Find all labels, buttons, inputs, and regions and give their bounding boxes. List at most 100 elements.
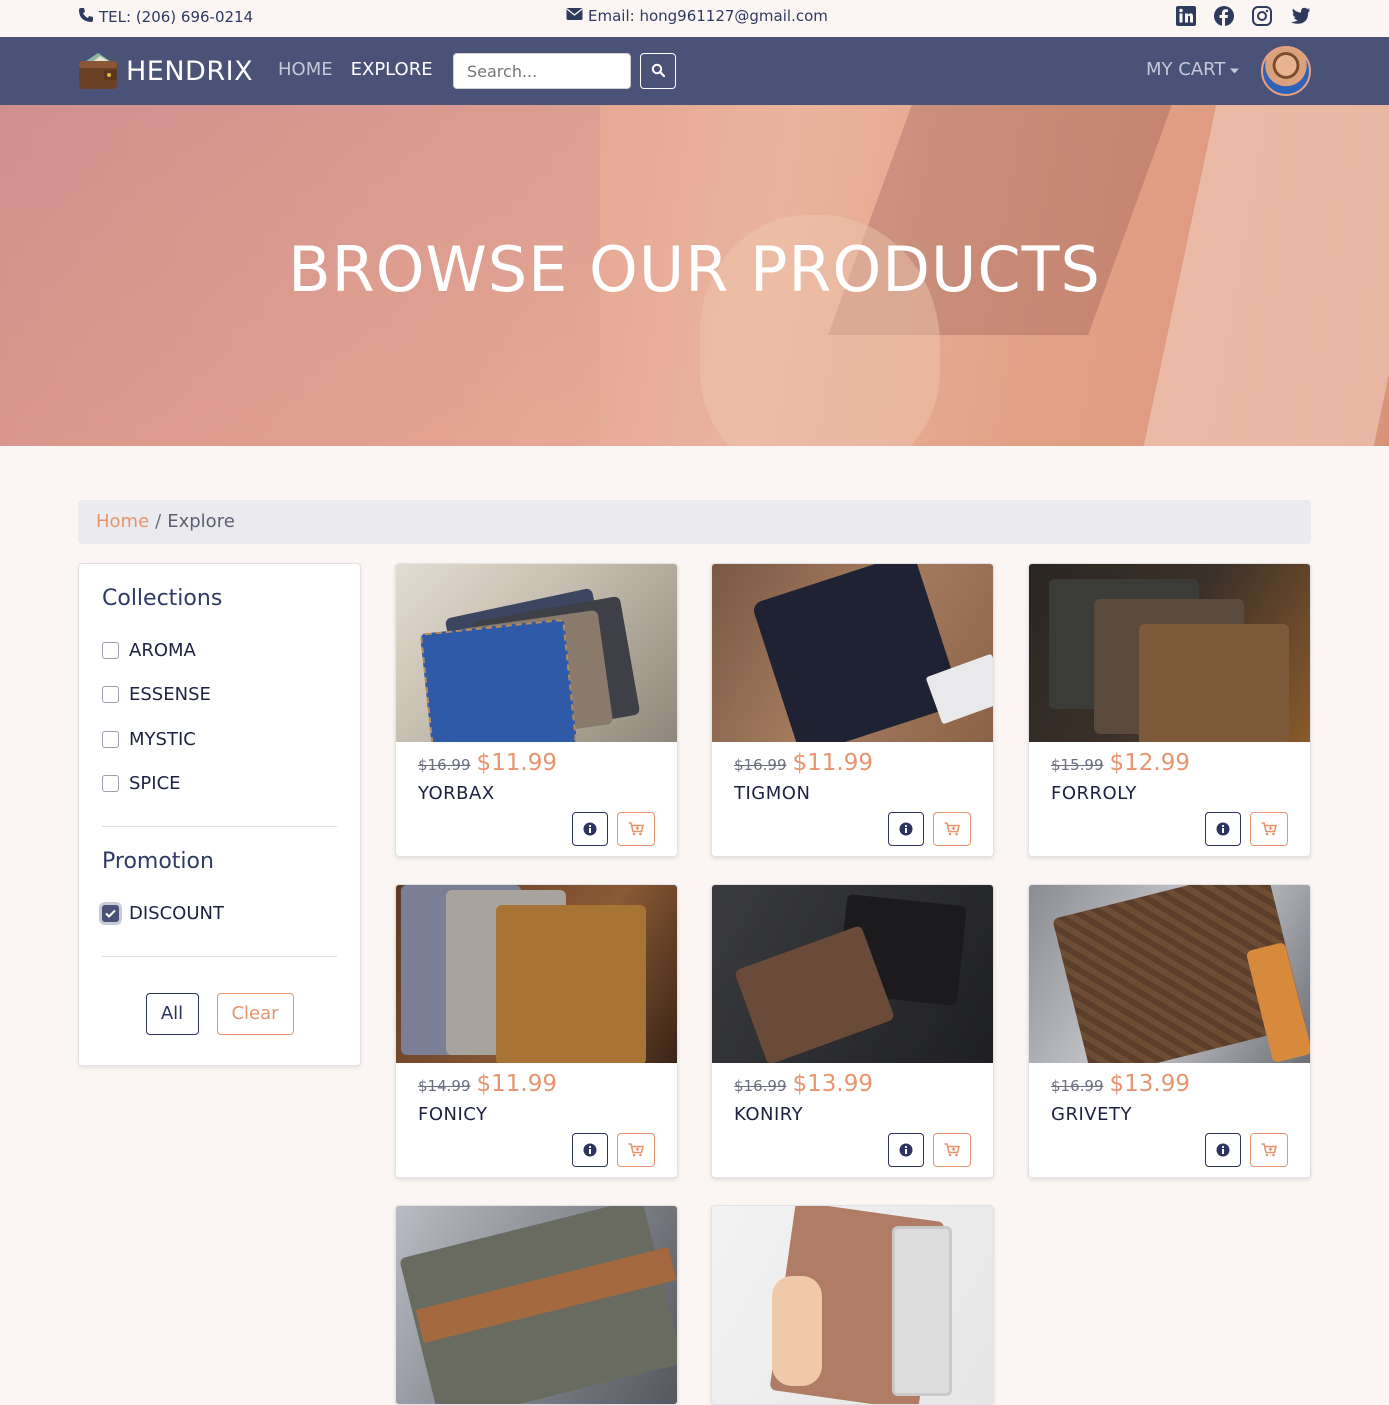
product-card[interactable]: $14.99 $11.99 FONICY — [395, 884, 678, 1178]
info-icon — [583, 1143, 597, 1157]
cart-plus-icon — [1261, 822, 1277, 836]
product-info-button[interactable] — [888, 812, 924, 846]
product-image[interactable] — [396, 885, 677, 1063]
brand[interactable]: HENDRIX — [78, 51, 253, 91]
product-image[interactable] — [396, 1206, 677, 1404]
search-input[interactable] — [453, 53, 631, 89]
phone-icon — [78, 7, 94, 27]
filter-label: ESSENSE — [129, 684, 211, 706]
product-card[interactable] — [395, 1205, 678, 1405]
cart-label: MY CART — [1146, 59, 1226, 80]
checkbox[interactable] — [102, 730, 119, 748]
add-to-cart-button[interactable] — [617, 812, 655, 846]
wallet-logo-icon — [78, 51, 118, 91]
add-to-cart-button[interactable] — [617, 1133, 655, 1167]
product-card[interactable]: $16.99 $13.99 KONIRY — [711, 884, 994, 1178]
info-icon — [1216, 822, 1230, 836]
caret-down-icon — [1229, 59, 1240, 80]
filter-aroma[interactable]: AROMA — [102, 628, 337, 673]
linkedin-icon[interactable] — [1175, 5, 1197, 27]
product-image[interactable] — [396, 564, 677, 742]
my-cart-dropdown[interactable]: MY CART — [1146, 59, 1240, 80]
contact-phone: TEL: (206) 696-0214 — [78, 7, 253, 27]
check-icon — [105, 909, 116, 918]
product-card[interactable]: $16.99 $13.99 GRIVETY — [1028, 884, 1311, 1178]
product-info-button[interactable] — [1205, 812, 1241, 846]
cart-plus-icon — [1261, 1143, 1277, 1157]
info-icon — [899, 822, 913, 836]
filter-discount[interactable]: DISCOUNT — [102, 891, 337, 936]
product-info-button[interactable] — [572, 1133, 608, 1167]
cart-plus-icon — [628, 1143, 644, 1157]
product-image[interactable] — [1029, 885, 1310, 1063]
cart-plus-icon — [944, 1143, 960, 1157]
social-links — [1175, 5, 1311, 27]
cart-plus-icon — [944, 822, 960, 836]
checkbox[interactable] — [102, 686, 119, 704]
sale-price: $11.99 — [792, 750, 873, 776]
product-card[interactable]: $16.99 $11.99 YORBAX — [395, 563, 678, 857]
sale-price: $11.99 — [476, 1071, 557, 1097]
navbar: HENDRIX HOME EXPLORE MY CART — [0, 37, 1389, 105]
filter-label: SPICE — [129, 773, 181, 795]
facebook-icon[interactable] — [1213, 5, 1235, 27]
checkbox[interactable] — [102, 641, 119, 659]
old-price: $16.99 — [418, 756, 471, 774]
add-to-cart-button[interactable] — [933, 812, 971, 846]
filter-spice[interactable]: SPICE — [102, 762, 337, 807]
hero-banner: BROWSE OUR PRODUCTS — [0, 105, 1389, 446]
product-card[interactable]: $15.99 $12.99 FORROLY — [1028, 563, 1311, 857]
product-name: KONIRY — [734, 1104, 804, 1125]
product-info-button[interactable] — [888, 1133, 924, 1167]
add-to-cart-button[interactable] — [1250, 1133, 1288, 1167]
breadcrumb-current: Explore — [167, 511, 235, 532]
old-price: $14.99 — [418, 1077, 471, 1095]
product-card[interactable]: $16.99 $11.99 TIGMON — [711, 563, 994, 857]
product-info-button[interactable] — [572, 812, 608, 846]
checkbox[interactable] — [102, 775, 119, 793]
product-prices: $16.99 $11.99 — [418, 750, 557, 776]
product-prices: $16.99 $11.99 — [734, 750, 873, 776]
product-image[interactable] — [1029, 564, 1310, 742]
info-icon — [583, 822, 597, 836]
top-bar: TEL: (206) 696-0214 Email: hong961127@gm… — [0, 0, 1389, 37]
old-price: $16.99 — [1051, 1077, 1104, 1095]
add-to-cart-button[interactable] — [1250, 812, 1288, 846]
phone-text: TEL: (206) 696-0214 — [99, 8, 254, 26]
product-image[interactable] — [712, 885, 993, 1063]
product-image[interactable] — [712, 564, 993, 742]
sale-price: $13.99 — [1109, 1071, 1190, 1097]
filter-label: DISCOUNT — [129, 902, 224, 924]
product-name: GRIVETY — [1051, 1104, 1132, 1125]
cart-plus-icon — [628, 822, 644, 836]
sale-price: $12.99 — [1109, 750, 1190, 776]
product-info-button[interactable] — [1205, 1133, 1241, 1167]
product-name: YORBAX — [418, 783, 495, 804]
all-button[interactable]: All — [145, 992, 199, 1035]
breadcrumb-home[interactable]: Home — [96, 511, 149, 532]
add-to-cart-button[interactable] — [933, 1133, 971, 1167]
promotion-heading: Promotion — [102, 849, 214, 874]
filter-actions: All Clear — [102, 992, 337, 1035]
search-button[interactable] — [640, 53, 676, 89]
user-avatar[interactable] — [1261, 46, 1311, 96]
collections-heading: Collections — [102, 586, 223, 611]
filter-essense[interactable]: ESSENSE — [102, 673, 337, 718]
product-image[interactable] — [712, 1206, 993, 1404]
filter-mystic[interactable]: MYSTIC — [102, 717, 337, 762]
clear-button[interactable]: Clear — [216, 992, 294, 1035]
old-price: $15.99 — [1051, 756, 1104, 774]
checkbox-checked[interactable] — [102, 904, 119, 922]
product-prices: $16.99 $13.99 — [734, 1071, 873, 1097]
filter-label: MYSTIC — [129, 728, 196, 750]
breadcrumb: Home / Explore — [78, 500, 1311, 544]
brand-name: HENDRIX — [126, 55, 254, 87]
email-text: Email: hong961127@gmail.com — [588, 7, 828, 25]
twitter-icon[interactable] — [1289, 5, 1311, 27]
product-card[interactable] — [711, 1205, 994, 1405]
nav-home[interactable]: HOME — [278, 59, 333, 80]
nav-explore[interactable]: EXPLORE — [351, 59, 433, 80]
instagram-icon[interactable] — [1251, 5, 1273, 27]
old-price: $16.99 — [734, 756, 787, 774]
product-prices: $14.99 $11.99 — [418, 1071, 557, 1097]
